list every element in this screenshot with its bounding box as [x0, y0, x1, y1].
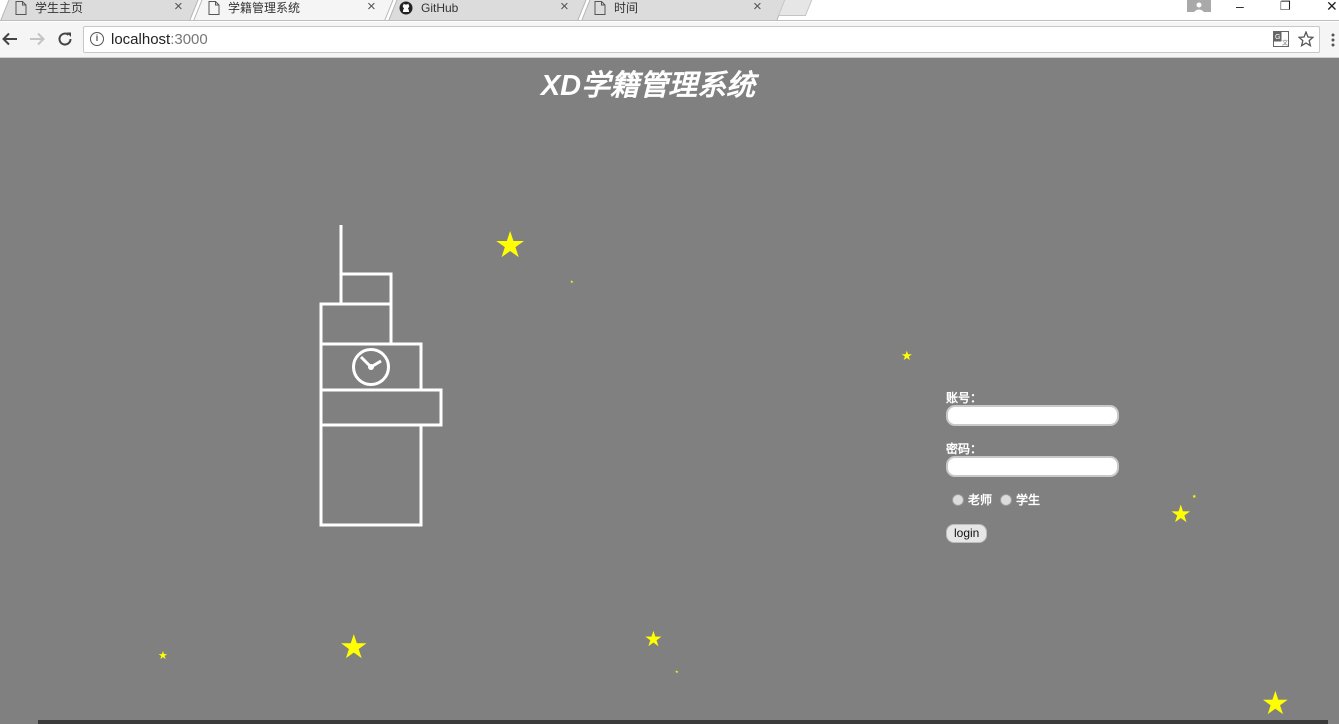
teacher-radio[interactable]: [952, 494, 964, 506]
address-url: localhost:3000: [111, 31, 208, 48]
teacher-radio-label: 老师: [968, 493, 993, 507]
horizontal-scrollbar[interactable]: [38, 720, 1328, 724]
tab-title: 学生主页: [35, 1, 84, 15]
tab-title: GitHub: [421, 1, 459, 15]
bookmark-star-icon[interactable]: [1297, 30, 1315, 51]
menu-icon[interactable]: [1331, 32, 1335, 48]
svg-text:G: G: [1275, 34, 1280, 41]
star-icon: ★: [675, 669, 679, 674]
address-port: :3000: [170, 31, 208, 48]
tab-student-home[interactable]: 学生主页 ×: [0, 0, 199, 21]
tab-close-icon[interactable]: ×: [560, 0, 569, 15]
star-icon: ★: [570, 279, 574, 284]
tab-xueji-system[interactable]: 学籍管理系统 ×: [193, 0, 394, 21]
page-icon: [594, 1, 606, 15]
address-bar[interactable]: i localhost:3000 G文: [83, 26, 1320, 53]
star-icon: ★: [644, 628, 663, 651]
page-icon: [208, 1, 220, 15]
star-icon: ★: [339, 628, 369, 665]
password-input[interactable]: [946, 456, 1119, 477]
tab-close-icon[interactable]: ×: [753, 0, 762, 15]
student-radio[interactable]: [1000, 494, 1012, 506]
star-icon: ★: [1170, 501, 1192, 528]
forward-icon[interactable]: [27, 30, 47, 50]
tab-title: 时间: [614, 1, 639, 15]
star-icon: ★: [1192, 494, 1197, 500]
login-button[interactable]: login: [946, 524, 988, 543]
star-icon: ★: [494, 224, 527, 265]
page-icon: [15, 1, 27, 15]
minimize-icon[interactable]: –: [1236, 0, 1244, 14]
restore-icon[interactable]: ❐: [1280, 0, 1291, 14]
new-tab-button[interactable]: [777, 0, 813, 16]
account-input[interactable]: [946, 405, 1119, 426]
info-icon[interactable]: i: [90, 32, 104, 46]
clock-tower-illustration: [319, 225, 443, 527]
close-window-icon[interactable]: ✕: [1326, 0, 1338, 14]
password-label: 密码：: [946, 442, 983, 456]
browser-toolbar: i localhost:3000 G文: [0, 22, 1339, 58]
tab-close-icon[interactable]: ×: [174, 0, 183, 15]
student-radio-label: 学生: [1016, 493, 1041, 507]
star-icon: ★: [901, 348, 913, 363]
tab-strip: 学生主页 × 学籍管理系统 × GitHub × 时间 × – ❐ ✕: [0, 0, 1339, 22]
reload-icon[interactable]: [55, 30, 75, 50]
translate-icon[interactable]: G文: [1273, 31, 1289, 51]
login-form: 账号： 密码： 老师 学生 login: [946, 389, 1126, 543]
profile-icon[interactable]: [1187, 0, 1211, 12]
tab-github[interactable]: GitHub ×: [388, 0, 587, 21]
tab-time[interactable]: 时间 ×: [581, 0, 786, 21]
github-icon: [399, 1, 413, 15]
svg-text:文: 文: [1282, 39, 1288, 47]
star-icon: ★: [158, 650, 168, 662]
tab-close-icon[interactable]: ×: [367, 0, 376, 15]
page-body: XD学籍管理系统 ★ ★ ★ ★ ★ ★ ★ ★ ★ ★ 账号： 密码： 老师: [0, 59, 1339, 724]
star-icon: ★: [1261, 685, 1290, 721]
address-host: localhost: [111, 31, 171, 48]
tab-title: 学籍管理系统: [228, 1, 301, 15]
account-label: 账号：: [946, 391, 983, 405]
role-radio-group: 老师 学生: [946, 490, 1126, 512]
back-icon[interactable]: [0, 30, 20, 50]
